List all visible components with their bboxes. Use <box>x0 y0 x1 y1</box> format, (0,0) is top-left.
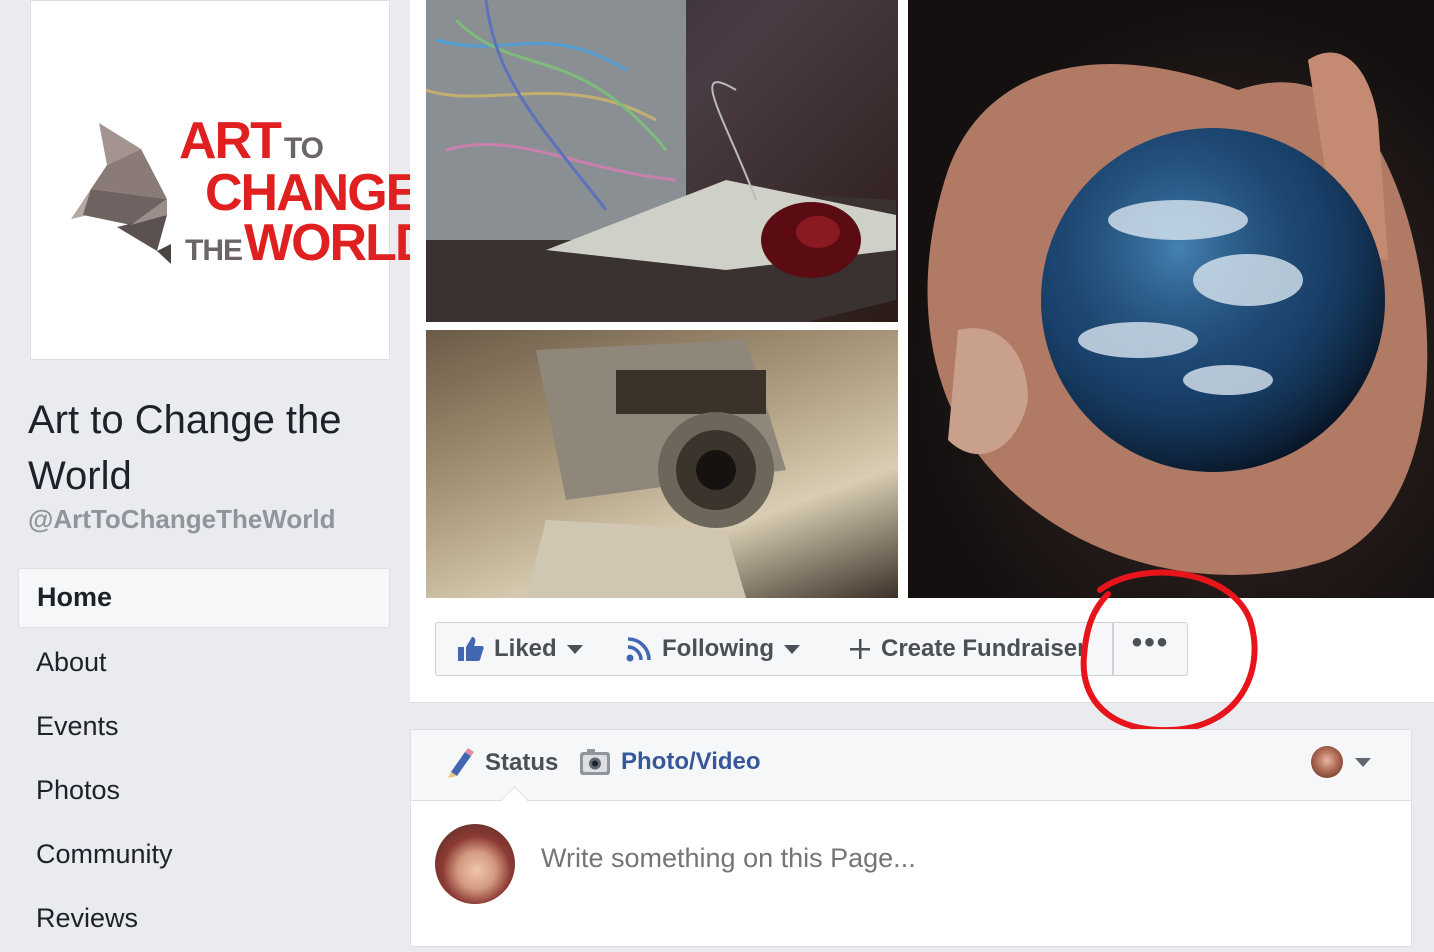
page-actions-bar: Liked Following Create Fundraiser ••• <box>410 598 1434 703</box>
tab-photo-video[interactable]: Photo/Video <box>579 748 761 776</box>
create-fundraiser-button[interactable]: Create Fundraiser <box>825 622 1113 676</box>
post-composer: Status Photo/Video <box>410 729 1412 947</box>
cover-image-globe-in-hand <box>908 0 1434 598</box>
cover-image-camera <box>426 330 898 598</box>
liked-button[interactable]: Liked <box>435 622 607 676</box>
rss-icon <box>626 637 651 662</box>
camera-icon <box>580 749 610 775</box>
nav-item-photos[interactable]: Photos <box>18 760 390 820</box>
more-options-button[interactable]: ••• <box>1113 622 1188 676</box>
nav-item-community[interactable]: Community <box>18 824 390 884</box>
origami-bird-logo-icon <box>71 123 171 264</box>
pencil-icon <box>448 748 474 778</box>
thumbs-up-icon <box>458 637 484 661</box>
liked-label: Liked <box>494 635 557 662</box>
nav-item-home[interactable]: Home <box>18 568 390 628</box>
nav-item-about[interactable]: About <box>18 632 390 692</box>
tab-status-label: Status <box>485 749 559 776</box>
more-dots-icon: ••• <box>1131 626 1170 659</box>
tab-photo-video-label: Photo/Video <box>621 748 761 775</box>
page-handle[interactable]: @ArtToChangeTheWorld <box>28 504 335 535</box>
nav-item-events[interactable]: Events <box>18 696 390 756</box>
cover-photo[interactable] <box>410 0 1434 598</box>
plus-icon <box>850 639 870 659</box>
profile-picture[interactable]: ART TO CHANGE THEWORLD <box>30 0 432 360</box>
post-as-avatar[interactable] <box>1311 746 1343 778</box>
chevron-down-icon[interactable] <box>1355 758 1371 767</box>
page-nav: Home About Events Photos Community Revie… <box>18 568 390 952</box>
tab-status[interactable]: Status <box>445 748 558 778</box>
composer-tabs: Status Photo/Video <box>411 730 1411 801</box>
create-fundraiser-label: Create Fundraiser <box>881 635 1087 662</box>
page-title[interactable]: Art to Change the World <box>28 392 388 504</box>
chevron-down-icon <box>783 644 800 654</box>
user-avatar <box>435 824 515 904</box>
following-label: Following <box>662 635 774 662</box>
composer-input[interactable] <box>539 842 1243 875</box>
following-button[interactable]: Following <box>606 622 826 676</box>
chevron-down-icon <box>566 644 583 654</box>
cover-image-computer <box>426 0 898 322</box>
nav-item-reviews[interactable]: Reviews <box>18 888 390 948</box>
